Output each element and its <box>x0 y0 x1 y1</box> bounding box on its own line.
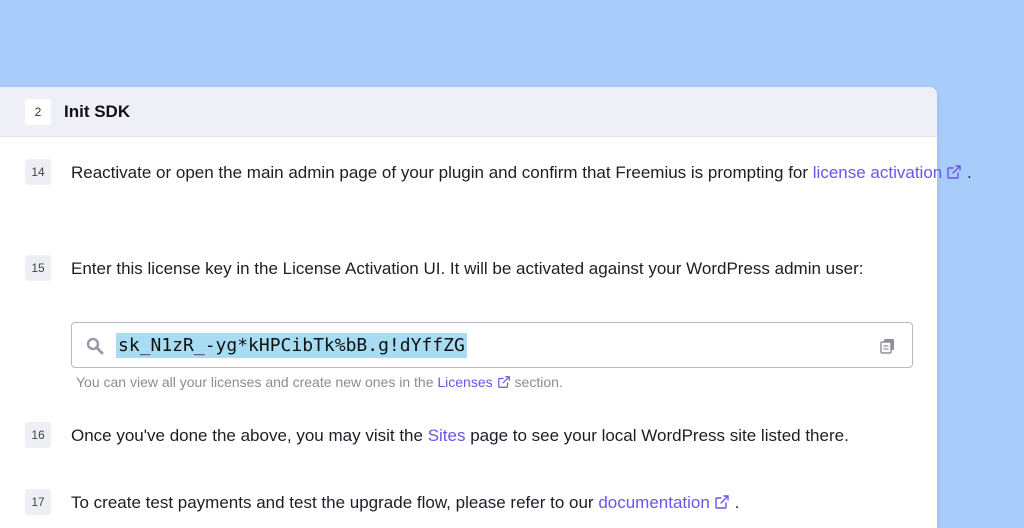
step-text: Enter this license key in the License Ac… <box>71 259 864 278</box>
step-text-after: . <box>729 493 740 512</box>
init-sdk-card: 2 Init SDK <box>0 87 937 528</box>
section-number: 2 <box>25 98 51 125</box>
license-key-field[interactable]: sk_N1zR_-yg*kHPCibTk%bB.g!dYffZG <box>71 322 913 368</box>
step-row-17: 17 To create test payments and test the … <box>25 489 1004 517</box>
license-key-value[interactable]: sk_N1zR_-yg*kHPCibTk%bB.g!dYffZG <box>116 333 467 358</box>
documentation-link[interactable]: documentation <box>598 493 730 512</box>
step-row-15: 15 Enter this license key in the License… <box>25 255 1004 283</box>
license-activation-link[interactable]: license activation <box>813 163 962 182</box>
line-number: 14 <box>25 159 51 185</box>
licenses-hint: You can view all your licenses and creat… <box>76 374 563 390</box>
step-text-before: Once you've done the above, you may visi… <box>71 426 428 445</box>
step-text-after: . <box>962 163 972 182</box>
step-row-14: 14 Reactivate or open the main admin pag… <box>25 159 1004 187</box>
link-label[interactable]: Licenses <box>437 374 492 390</box>
step-text-before: To create test payments and test the upg… <box>71 493 599 512</box>
link-label[interactable]: documentation <box>598 493 710 512</box>
line-number: 17 <box>25 489 51 515</box>
card-header: 2 Init SDK <box>0 87 937 137</box>
licenses-link[interactable]: Licenses <box>437 374 510 390</box>
line-number: 16 <box>25 422 51 448</box>
hint-text-after: section. <box>510 374 563 390</box>
sites-link[interactable]: Sites <box>428 426 466 445</box>
section-title: Init SDK <box>64 101 131 121</box>
copy-icon[interactable] <box>878 336 898 356</box>
step-text: To create test payments and test the upg… <box>71 489 1004 517</box>
hint-text-before: You can view all your licenses and creat… <box>76 374 438 390</box>
step-row-16: 16 Once you've done the above, you may v… <box>25 422 1004 450</box>
step-text: Reactivate or open the main admin page o… <box>71 159 1004 187</box>
line-number: 15 <box>25 255 51 281</box>
external-link-icon[interactable] <box>714 494 730 510</box>
external-link-icon[interactable] <box>946 164 962 180</box>
step-text: Once you've done the above, you may visi… <box>71 422 1004 450</box>
search-icon <box>85 336 105 356</box>
step-text-after: page to see your local WordPress site li… <box>465 426 849 445</box>
step-text-before: Reactivate or open the main admin page o… <box>71 163 813 182</box>
link-label[interactable]: license activation <box>813 163 942 182</box>
external-link-icon[interactable] <box>497 375 511 389</box>
